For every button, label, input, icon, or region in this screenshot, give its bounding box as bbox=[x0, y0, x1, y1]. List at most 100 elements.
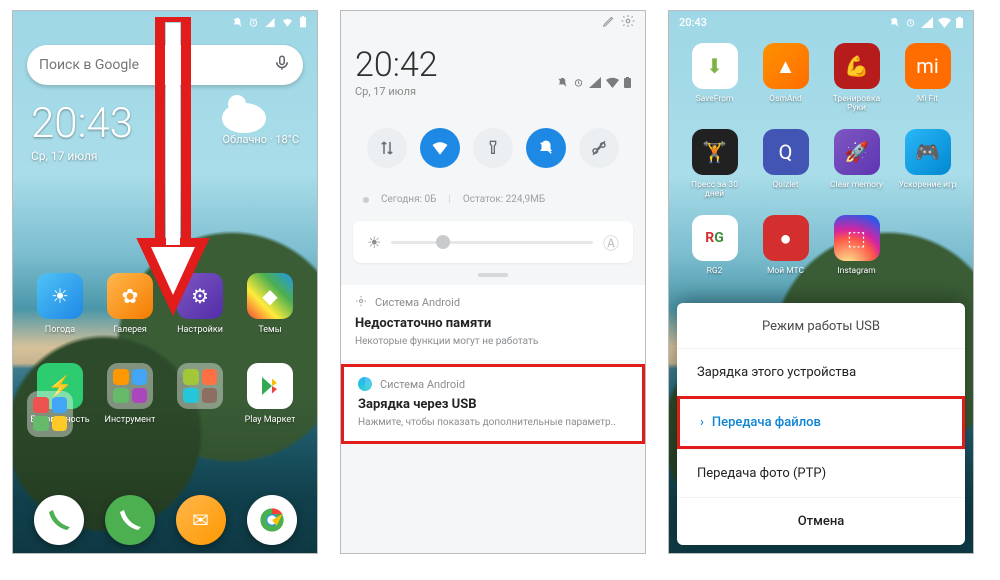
app-mifit[interactable]: miMi Fit bbox=[892, 43, 963, 115]
notif-app: Система Android bbox=[380, 378, 465, 391]
chevron-right-icon: › bbox=[700, 415, 704, 430]
shade-drag-handle[interactable] bbox=[478, 273, 508, 277]
signal-icon bbox=[589, 77, 601, 88]
storage-usage-row[interactable]: Сегодня: 0Б | Остаток: 224,9МБ bbox=[353, 188, 633, 211]
shade-date: Ср, 17 июля bbox=[355, 85, 438, 98]
battery-icon bbox=[956, 17, 963, 28]
screen-notification-shade: 20:42 Ср, 17 июля Сегодня: 0Б | Остаток:… bbox=[340, 10, 646, 554]
app-folder2[interactable] bbox=[165, 363, 235, 425]
status-icons-right bbox=[602, 14, 635, 31]
app-osmand[interactable]: ▲OsmAnd bbox=[750, 43, 821, 115]
instagram-icon: ⬚ bbox=[834, 215, 880, 261]
qs-wifi[interactable] bbox=[420, 128, 460, 168]
quick-settings-row bbox=[353, 114, 633, 182]
status-icons-right bbox=[232, 16, 307, 28]
screen-usb-dialog: 20:43 ⬇SaveFrom ▲OsmAnd 💪Тренировка Руки… bbox=[668, 10, 974, 554]
auto-brightness-toggle[interactable]: Ⓐ bbox=[603, 230, 619, 254]
app-savefrom[interactable]: ⬇SaveFrom bbox=[679, 43, 750, 115]
app-clearmem[interactable]: 🚀Clear memory bbox=[821, 129, 892, 201]
folder-icon bbox=[107, 363, 153, 409]
app-tools-folder[interactable]: Инструмент bbox=[95, 363, 165, 425]
usb-option-ptp[interactable]: Передача фото (PTP) bbox=[677, 449, 965, 497]
dock: ✉ bbox=[13, 495, 317, 545]
app-quizlet[interactable]: QQuizlet bbox=[750, 129, 821, 201]
shade-header: 20:42 Ср, 17 июля bbox=[341, 33, 645, 104]
clock-block[interactable]: 20:43 Ср, 17 июля bbox=[31, 103, 133, 163]
notif-title: Недостаточно памяти bbox=[355, 316, 631, 331]
dock-browser[interactable]: ✉ bbox=[176, 495, 226, 545]
weather-icon: ☀ bbox=[37, 273, 83, 319]
themes-icon: ◆ bbox=[247, 273, 293, 319]
sheet-cancel-button[interactable]: Отмена bbox=[677, 497, 965, 545]
bell-off-icon bbox=[889, 17, 900, 28]
notif-title: Зарядка через USB bbox=[358, 397, 628, 412]
download-icon: ⬇ bbox=[692, 43, 738, 89]
app-abs30[interactable]: 🏋Пресс за 30 дней bbox=[679, 129, 750, 201]
usb-option-file-transfer[interactable]: › Передача файлов bbox=[677, 396, 965, 449]
qs-screenshot[interactable] bbox=[579, 128, 619, 168]
brightness-slider[interactable]: ☀ Ⓐ bbox=[353, 221, 633, 263]
slider-thumb[interactable] bbox=[436, 235, 450, 249]
wifi-icon bbox=[606, 77, 619, 88]
notif-body: Нажмите, чтобы показать дополнительные п… bbox=[358, 416, 628, 429]
swipe-down-arrow-annotation bbox=[135, 17, 211, 317]
alarm-icon bbox=[248, 17, 259, 28]
dot-icon bbox=[363, 197, 369, 203]
status-time: 20:43 bbox=[679, 16, 707, 29]
battery-icon bbox=[299, 16, 307, 28]
app-arm-workout[interactable]: 💪Тренировка Руки bbox=[821, 43, 892, 115]
abs-icon: 🏋 bbox=[692, 129, 738, 175]
notification-low-memory[interactable]: Система Android Недостаточно памяти Неко… bbox=[341, 285, 645, 360]
map-icon: ▲ bbox=[763, 43, 809, 89]
screen-home: Поиск в Google 20:43 Ср, 17 июля Облачно… bbox=[12, 10, 318, 554]
battery-icon bbox=[624, 77, 631, 88]
app-mymts[interactable]: ●Мой МТС bbox=[750, 215, 821, 287]
mi-icon: mi bbox=[905, 43, 951, 89]
clock-time: 20:43 bbox=[31, 103, 133, 145]
mic-icon[interactable] bbox=[273, 52, 291, 78]
notification-shade: 20:42 Ср, 17 июля Сегодня: 0Б | Остаток:… bbox=[341, 11, 645, 553]
app-instagram[interactable]: ⬚Instagram bbox=[821, 215, 892, 287]
bell-off-icon bbox=[557, 77, 568, 88]
qs-mobile-data[interactable] bbox=[367, 128, 407, 168]
shade-status-icons bbox=[557, 77, 631, 88]
storage-today: Сегодня: 0Б bbox=[381, 194, 436, 205]
dock-dialer[interactable] bbox=[34, 495, 84, 545]
gear-icon bbox=[355, 295, 367, 310]
sheet-title: Режим работы USB bbox=[677, 303, 965, 348]
weather-widget[interactable]: Облачно · 18°C bbox=[222, 103, 299, 146]
gamepad-icon: 🎮 bbox=[905, 129, 951, 175]
notification-usb-charging[interactable]: Система Android Зарядка через USB Нажмит… bbox=[341, 364, 645, 444]
wifi-icon bbox=[281, 17, 294, 28]
dock-phone[interactable] bbox=[105, 495, 155, 545]
app-themes[interactable]: ◆Темы bbox=[235, 273, 305, 335]
sun-icon: ☀ bbox=[367, 233, 381, 252]
pencil-icon[interactable] bbox=[602, 14, 616, 31]
arm-icon: 💪 bbox=[834, 43, 880, 89]
usb-option-charge[interactable]: Зарядка этого устройства bbox=[677, 348, 965, 396]
app-gamebooster[interactable]: 🎮Ускорение игр bbox=[892, 129, 963, 201]
status-icons-right bbox=[889, 17, 963, 28]
app-rg2[interactable]: RGRG2 bbox=[679, 215, 750, 287]
usb-mode-sheet: Режим работы USB Зарядка этого устройств… bbox=[677, 303, 965, 545]
storage-remaining: Остаток: 224,9МБ bbox=[463, 194, 545, 205]
weather-text: Облачно · 18°C bbox=[222, 133, 299, 146]
dock-chrome[interactable] bbox=[247, 495, 297, 545]
quizlet-icon: Q bbox=[763, 129, 809, 175]
alarm-icon bbox=[905, 17, 916, 28]
app-playstore[interactable]: Play Маркет bbox=[235, 363, 305, 425]
bell-off-icon bbox=[232, 17, 243, 28]
app-grid: ⬇SaveFrom ▲OsmAnd 💪Тренировка Руки miMi … bbox=[669, 43, 973, 287]
signal-icon bbox=[921, 17, 933, 28]
qs-dnd[interactable] bbox=[526, 128, 566, 168]
alarm-icon bbox=[573, 77, 584, 88]
qs-flashlight[interactable] bbox=[473, 128, 513, 168]
status-bar bbox=[341, 11, 645, 33]
folder-icon[interactable] bbox=[27, 391, 73, 437]
notif-app: Система Android bbox=[375, 296, 460, 309]
app-weather[interactable]: ☀Погода bbox=[25, 273, 95, 335]
search-placeholder: Поиск в Google bbox=[39, 57, 139, 73]
gear-icon[interactable] bbox=[621, 14, 635, 31]
slider-track[interactable] bbox=[391, 241, 593, 244]
signal-icon bbox=[264, 17, 276, 28]
